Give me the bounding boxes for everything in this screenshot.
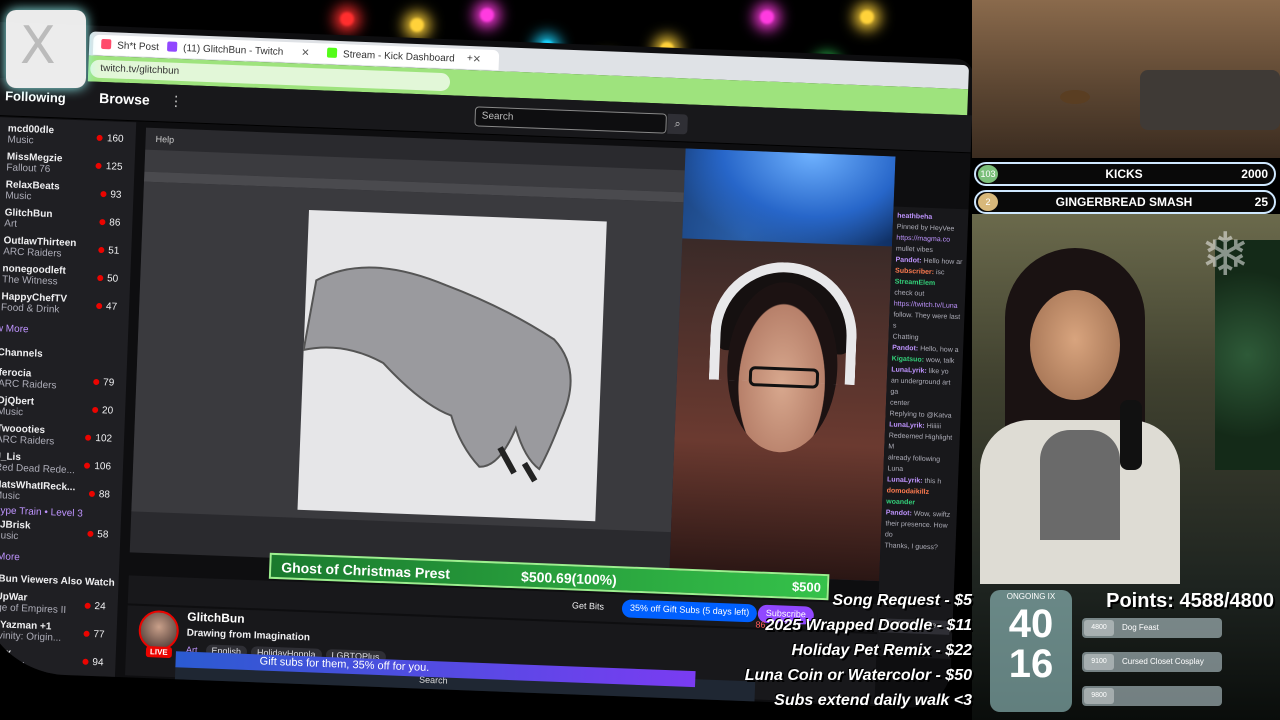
chat-line: Redeemed Highlight M xyxy=(888,432,953,451)
drawing-canvas-area xyxy=(131,181,684,533)
request-menu: Song Request - $5 2025 Wrapped Doodle - … xyxy=(700,592,972,717)
sidebar-channel[interactable]: 1UpWar Age of Empires II 24 xyxy=(0,591,118,624)
counter-bottom-value: 16 xyxy=(1008,642,1054,686)
planet-glow xyxy=(682,148,896,247)
twitch-favicon-icon xyxy=(166,41,178,52)
menu-item: Holiday Pet Remix - $22 xyxy=(791,642,972,659)
redeem-item: 9800 xyxy=(1082,686,1222,706)
redeem-item: 9100 Cursed Closet Cosplay xyxy=(1082,652,1222,672)
search-input[interactable]: Search xyxy=(474,106,667,134)
chat-line: already following Luna xyxy=(887,454,941,473)
live-channels-heading: e Channels xyxy=(0,347,43,360)
x-logo: X xyxy=(6,10,86,88)
following-link[interactable]: Following xyxy=(5,88,66,105)
dog-image xyxy=(1060,90,1090,104)
live-badge: LIVE xyxy=(145,646,172,659)
hand-sketch-image xyxy=(302,266,572,483)
kebab-menu-icon[interactable]: ⋮ xyxy=(169,93,184,111)
leaderboard-score: 25 xyxy=(1254,195,1268,209)
redeem-label: Dog Feast xyxy=(1122,623,1159,632)
show-more-link[interactable]: ow More xyxy=(0,551,20,563)
glasses-icon xyxy=(748,366,820,389)
chat-line: follow. They were last s xyxy=(892,311,961,330)
x-logo-icon: X xyxy=(20,16,56,76)
couch-image xyxy=(1140,70,1280,130)
points-display: Points: 4588/4800 xyxy=(1106,590,1274,612)
chat-line: an underground art ga xyxy=(890,377,951,396)
leaderboard-row: 2 GINGERBREAD SMASH 25 xyxy=(974,190,1276,214)
hype-train-label: Hype Train • Level 3 xyxy=(0,505,84,520)
twitch-sidebar: mcd00dle Music 160 MissMegzie Fallout 76 125… xyxy=(0,116,137,682)
leaderboard-score: 2000 xyxy=(1241,167,1268,181)
redeem-item: 4800 Dog Feast xyxy=(1082,618,1222,638)
browse-link[interactable]: Browse xyxy=(99,90,150,108)
stream-title: Drawing from Imagination xyxy=(186,627,311,644)
menu-item: 2025 Wrapped Doodle - $11 xyxy=(765,617,972,634)
also-watch-heading: itchBun Viewers Also Watch xyxy=(0,572,115,589)
get-bits-button[interactable]: Get Bits xyxy=(564,597,613,617)
leaderboard-name: GINGERBREAD SMASH xyxy=(1055,195,1193,209)
menu-item: Song Request - $5 xyxy=(832,592,972,609)
drawing-paper xyxy=(297,210,607,522)
help-menu[interactable]: Help xyxy=(155,134,174,145)
person-top xyxy=(1040,430,1120,540)
chat-line: Thanks, I guess? xyxy=(884,542,938,552)
video-player[interactable]: Help xyxy=(129,127,896,582)
tab-favicon-icon xyxy=(101,38,112,50)
menu-item: Subs extend daily walk <3 xyxy=(774,692,972,709)
person-face xyxy=(1030,290,1120,400)
goal-amount: $500.69(100%) xyxy=(520,568,618,589)
sidebar-channel[interactable]: DJBrisk Music 58 xyxy=(0,519,121,552)
close-tab-icon[interactable]: ✕ xyxy=(301,48,310,59)
redeem-cost: 9800 xyxy=(1084,688,1114,704)
chat-line: their presence. How do xyxy=(884,520,948,539)
sidebar-channel[interactable]: HappyChefTV Food & Drink 47 xyxy=(1,291,130,324)
redeem-label: Cursed Closet Cosplay xyxy=(1122,657,1204,666)
new-tab-button[interactable]: + xyxy=(459,49,482,70)
microphone-icon xyxy=(1120,400,1142,470)
menu-item: Luna Coin or Watercolor - $50 xyxy=(744,667,972,684)
leaderboard-row: 103 KICKS 2000 xyxy=(974,162,1276,186)
leaderboard-name: KICKS xyxy=(1105,167,1143,181)
snowflake-icon: ❄ xyxy=(1200,221,1251,288)
goal-title: Ghost of Christmas Prest xyxy=(280,559,451,582)
search-icon[interactable]: ⌕ xyxy=(667,113,688,135)
show-more-link[interactable]: ow More xyxy=(0,323,29,335)
sidebar-channel[interactable]: DrYazman +1 Divinity: Origin... 77 xyxy=(0,619,117,652)
streamer-name[interactable]: GlitchBun xyxy=(187,610,245,626)
kick-favicon-icon xyxy=(326,47,338,58)
avatar[interactable] xyxy=(138,609,180,652)
redeem-cost: 9100 xyxy=(1084,654,1114,670)
redeem-cost: 4800 xyxy=(1084,620,1114,636)
